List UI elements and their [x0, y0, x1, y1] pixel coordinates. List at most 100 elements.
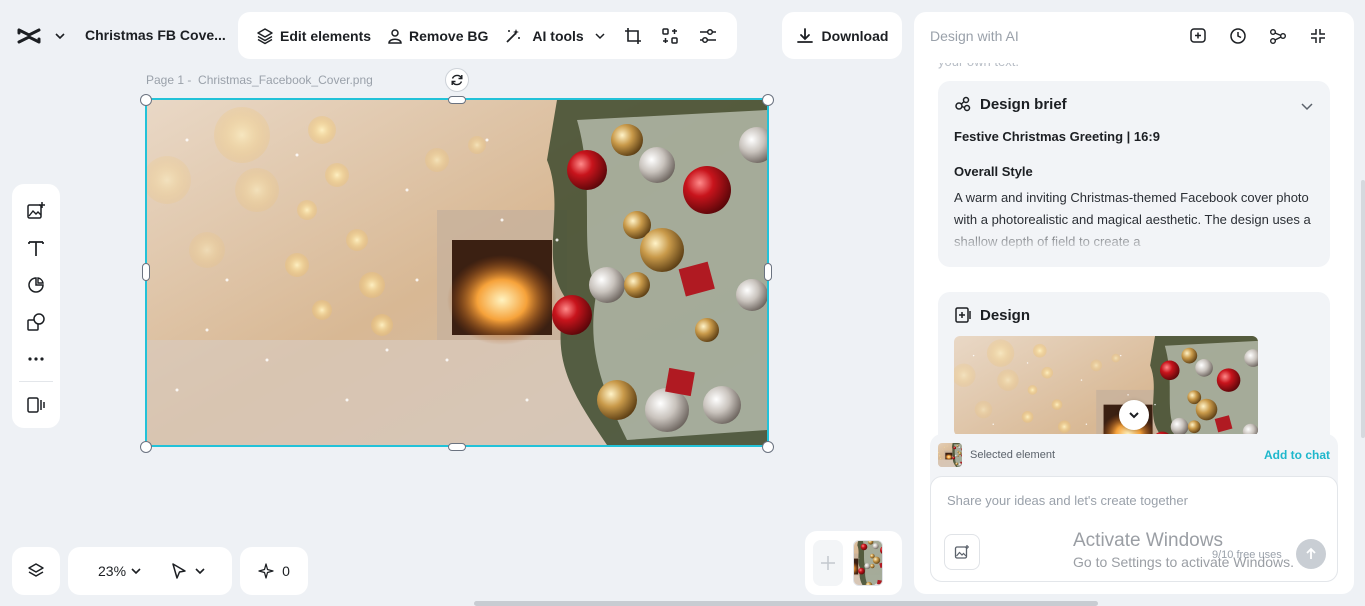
chevron-down-icon — [130, 565, 142, 577]
capcut-logo-icon — [14, 21, 44, 51]
edit-elements-button[interactable]: Edit elements — [248, 20, 379, 52]
chevron-down-icon — [594, 30, 606, 42]
text-tool[interactable] — [18, 229, 54, 266]
design-ai-panel: Design with AI your own text. Design bri… — [914, 12, 1354, 594]
file-name: Christmas_Facebook_Cover.png — [198, 73, 373, 87]
rotate-icon — [450, 73, 464, 87]
resize-handle-bottom[interactable] — [448, 443, 466, 451]
arrange-button[interactable] — [651, 20, 689, 52]
ai-tools-label: AI tools — [532, 27, 584, 44]
sliders-icon — [699, 27, 717, 45]
upload-image-button[interactable] — [944, 534, 980, 570]
panel-header: Design with AI — [914, 12, 1354, 60]
share-nodes-icon — [1269, 27, 1287, 45]
page-label: Page 1 - Christmas_Facebook_Cover.png — [146, 73, 373, 87]
shapes-tool[interactable] — [18, 266, 54, 303]
layers-button[interactable] — [12, 547, 60, 595]
send-button[interactable] — [1296, 539, 1326, 569]
rotate-handle[interactable] — [445, 68, 469, 92]
new-chat-icon — [1189, 27, 1207, 45]
collapse-icon — [1309, 27, 1327, 45]
chat-input[interactable] — [947, 493, 1317, 508]
design-title: Design — [980, 306, 1031, 324]
design-brief-card[interactable]: Design brief Festive Christmas Greeting … — [938, 81, 1330, 267]
chevron-down-icon — [1127, 408, 1141, 422]
panel-scrollbar[interactable] — [1361, 180, 1365, 438]
collapse-panel-button[interactable] — [1298, 20, 1338, 52]
chevron-down-icon — [54, 30, 66, 42]
adjust-button[interactable] — [689, 20, 727, 52]
download-icon — [796, 27, 814, 45]
pointer-mode-dropdown[interactable] — [170, 562, 206, 580]
style-description: A warm and inviting Christmas-themed Fac… — [954, 187, 1314, 253]
text-icon — [26, 238, 46, 258]
rail-divider — [19, 381, 53, 382]
brief-title: Design brief — [980, 95, 1067, 113]
left-tool-rail — [12, 184, 60, 428]
add-image-tool[interactable] — [18, 192, 54, 229]
layers-icon — [27, 562, 45, 580]
resize-handle-bottom-right[interactable] — [762, 441, 774, 453]
zoom-controls: 23% — [68, 547, 232, 595]
brief-heading: Festive Christmas Greeting | 16:9 — [954, 129, 1160, 144]
selected-element-row: Selected element Add to chat — [938, 442, 1330, 468]
selected-element-thumbnail — [938, 443, 962, 467]
style-heading: Overall Style — [954, 164, 1033, 179]
layers-icon — [256, 27, 274, 45]
sparkle-icon — [258, 563, 274, 579]
resize-handle-top-right[interactable] — [762, 94, 774, 106]
grid-arrange-icon — [661, 27, 679, 45]
add-to-chat-link[interactable]: Add to chat — [1264, 448, 1330, 462]
remove-bg-button[interactable]: Remove BG — [379, 20, 496, 52]
magic-wand-icon — [504, 27, 522, 45]
crop-button[interactable] — [614, 20, 652, 52]
scroll-down-button[interactable] — [1119, 400, 1149, 430]
selected-element-label: Selected element — [970, 449, 1055, 461]
ai-tools-button[interactable]: AI tools — [496, 20, 613, 52]
plus-icon — [818, 553, 838, 573]
resize-handle-left[interactable] — [142, 263, 150, 281]
elements-icon — [26, 312, 46, 332]
download-button[interactable]: Download — [782, 12, 902, 59]
crop-icon — [624, 27, 642, 45]
pages-strip — [805, 531, 902, 595]
cursor-arrow-icon — [170, 562, 188, 580]
more-tools-button[interactable] — [18, 340, 54, 377]
arrow-up-icon — [1304, 547, 1318, 561]
resize-handle-bottom-left[interactable] — [140, 441, 152, 453]
design-thumbnail[interactable] — [954, 336, 1258, 436]
design-add-icon — [954, 306, 972, 324]
page-thumbnail[interactable] — [853, 540, 883, 586]
resize-handle-right[interactable] — [764, 263, 772, 281]
horizontal-scrollbar[interactable] — [474, 601, 1098, 606]
resize-handle-top[interactable] — [448, 96, 466, 104]
shapes-icon — [26, 275, 46, 295]
zoom-dropdown[interactable]: 23% — [98, 563, 142, 579]
chevron-down-icon[interactable] — [1300, 99, 1314, 113]
person-icon — [387, 28, 403, 44]
download-label: Download — [821, 27, 889, 44]
ai-credits-button[interactable]: 0 — [240, 547, 308, 595]
history-button[interactable] — [1218, 20, 1258, 52]
remove-bg-label: Remove BG — [409, 27, 489, 44]
edit-elements-label: Edit elements — [280, 27, 372, 44]
elements-tool[interactable] — [18, 303, 54, 340]
new-chat-button[interactable] — [1178, 20, 1218, 52]
add-page-button[interactable] — [813, 540, 843, 586]
free-uses-counter: 9/10 free uses — [1212, 549, 1282, 561]
document-title[interactable]: Christmas FB Cove... — [85, 27, 226, 43]
edit-toolbar: Edit elements Remove BG AI tools — [238, 12, 737, 59]
share-button[interactable] — [1258, 20, 1298, 52]
more-dots-icon — [26, 349, 46, 369]
panel-title: Design with AI — [930, 28, 1019, 44]
history-icon — [1229, 27, 1247, 45]
selection-frame — [145, 98, 769, 447]
image-add-icon — [954, 544, 970, 560]
app-logo-menu[interactable] — [14, 20, 66, 52]
resize-handle-top-left[interactable] — [140, 94, 152, 106]
chat-input-container: 9/10 free uses — [930, 476, 1338, 582]
panel-toggle-button[interactable] — [18, 386, 54, 423]
brief-nodes-icon — [954, 95, 972, 113]
image-add-icon — [26, 201, 46, 221]
zoom-level: 23% — [98, 563, 127, 579]
